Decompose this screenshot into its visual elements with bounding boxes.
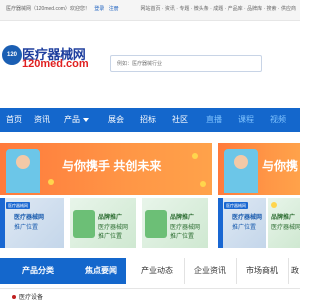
search-box[interactable] <box>110 55 262 72</box>
ad-title: 医疗器械网 <box>232 215 263 221</box>
ad-card[interactable]: 医疗器械网 医疗器械网 推广位置 <box>218 198 266 248</box>
site-header: 120 医疗器械网 120med.com <box>0 21 300 101</box>
ad-strip: 医疗器械网 医疗器械网 推广位置 品牌推广 医疗器械网 推广位置 品牌推广 医疗… <box>0 198 300 248</box>
nav-item-label: 资讯 <box>34 115 50 124</box>
top-bar-left: 医疗器械网（120med.com）欢迎您！ 登录 注册 <box>6 5 119 12</box>
ad-card[interactable]: 医疗器械网 医疗器械网 推广位置 <box>0 198 64 248</box>
nav-item-news[interactable]: 资讯 <box>34 108 50 132</box>
ad-title: 品牌推广 <box>271 215 296 221</box>
ad-card[interactable]: 品牌推广 医疗器械网 推广位置 <box>70 198 136 248</box>
nav-item-label: 课程 <box>238 115 254 124</box>
bullet-icon <box>12 295 16 300</box>
nav-item-courses[interactable]: 课程 <box>238 108 254 132</box>
ad-card[interactable]: 品牌推广 医疗器械网 推广位置 <box>142 198 208 248</box>
top-bar-links[interactable]: 网站首页 · 资讯 · 专题 · 微头条 · 成题 · 产品库 · 品牌库 · … <box>140 5 296 12</box>
nav-item-label: 首页 <box>6 115 22 124</box>
nav-item-label: 招标 <box>140 115 156 124</box>
nav-item-community[interactable]: 社区 <box>172 108 188 132</box>
site-logo[interactable]: 120 医疗器械网 120med.com <box>2 41 89 75</box>
coin-icon <box>200 181 206 187</box>
person-illustration-icon <box>6 149 40 193</box>
top-bar: 医疗器械网（120med.com）欢迎您！ 登录 注册 网站首页 · 资讯 · … <box>0 0 300 21</box>
chevron-down-icon <box>83 117 89 122</box>
document-icon <box>73 210 95 238</box>
ad-subtitle: 医疗器械网 <box>271 225 300 231</box>
tab-focus-news[interactable]: 焦点要闻 <box>76 258 126 284</box>
tab-industry[interactable]: 产业动态 <box>132 258 182 284</box>
nav-item-label: 视频 <box>270 115 286 124</box>
search-input[interactable] <box>111 56 261 71</box>
ad-subtitle: 医疗器械网 <box>170 225 201 231</box>
main-nav: 首页 资讯 产品 展会 招标 社区 直播 课程 视频 <box>0 108 300 132</box>
person-illustration-icon <box>224 149 258 193</box>
product-category-header[interactable]: 产品分类 <box>0 258 76 284</box>
banner-slogan: 与你携 <box>262 159 299 173</box>
welcome-text: 医疗器械网（120med.com）欢迎您！ <box>6 6 90 12</box>
nav-item-live[interactable]: 直播 <box>206 108 222 132</box>
promo-banner[interactable]: 与你携手 共创未来 <box>0 143 212 195</box>
ad-tag: 医疗器械网 <box>224 202 248 209</box>
nav-item-products[interactable]: 产品 <box>64 108 89 132</box>
ad-tag: 医疗器械网 <box>6 202 30 209</box>
nav-item-expo[interactable]: 展会 <box>108 108 124 132</box>
nav-item-video[interactable]: 视频 <box>270 108 286 132</box>
nav-item-label: 直播 <box>206 115 222 124</box>
coin-icon <box>192 153 198 159</box>
ad-strip-accent <box>218 198 223 248</box>
content-tabs-bar: 产品分类 焦点要闻 产业动态 企业资讯 市场商机 政策 <box>0 258 300 289</box>
ad-title: 医疗器械网 <box>14 215 45 221</box>
tab-company[interactable]: 企业资讯 <box>184 258 235 284</box>
banner-slogan: 与你携手 共创未来 <box>62 159 162 173</box>
coin-icon <box>48 179 54 185</box>
login-link[interactable]: 登录 <box>94 6 104 12</box>
badge-icon <box>271 202 277 208</box>
nav-item-label: 社区 <box>172 115 188 124</box>
ad-subtitle-2: 推广位置 <box>98 234 123 240</box>
ad-strip-accent <box>0 198 5 248</box>
promo-banner-2[interactable]: 与你携 <box>218 143 300 195</box>
ad-card[interactable]: 品牌推广 医疗器械网 <box>268 198 300 248</box>
logo-domain: 120med.com <box>22 58 89 70</box>
document-icon <box>145 210 167 238</box>
ad-subtitle-2: 推广位置 <box>170 234 195 240</box>
category-name: 医疗设备 <box>19 295 44 301</box>
register-link[interactable]: 注册 <box>109 6 119 12</box>
nav-item-bidding[interactable]: 招标 <box>140 108 156 132</box>
nav-item-label: 展会 <box>108 115 124 124</box>
globe-logo-icon: 120 <box>2 45 22 65</box>
ad-title: 品牌推广 <box>98 215 123 221</box>
ad-subtitle: 推广位置 <box>14 225 39 231</box>
nav-item-home[interactable]: 首页 <box>6 108 22 132</box>
ad-subtitle: 推广位置 <box>232 225 257 231</box>
ad-subtitle: 医疗器械网 <box>98 225 129 231</box>
nav-item-label: 产品 <box>64 115 80 124</box>
tab-market[interactable]: 市场商机 <box>236 258 287 284</box>
ad-title: 品牌推广 <box>170 215 195 221</box>
tab-policy[interactable]: 政策 <box>288 258 303 284</box>
